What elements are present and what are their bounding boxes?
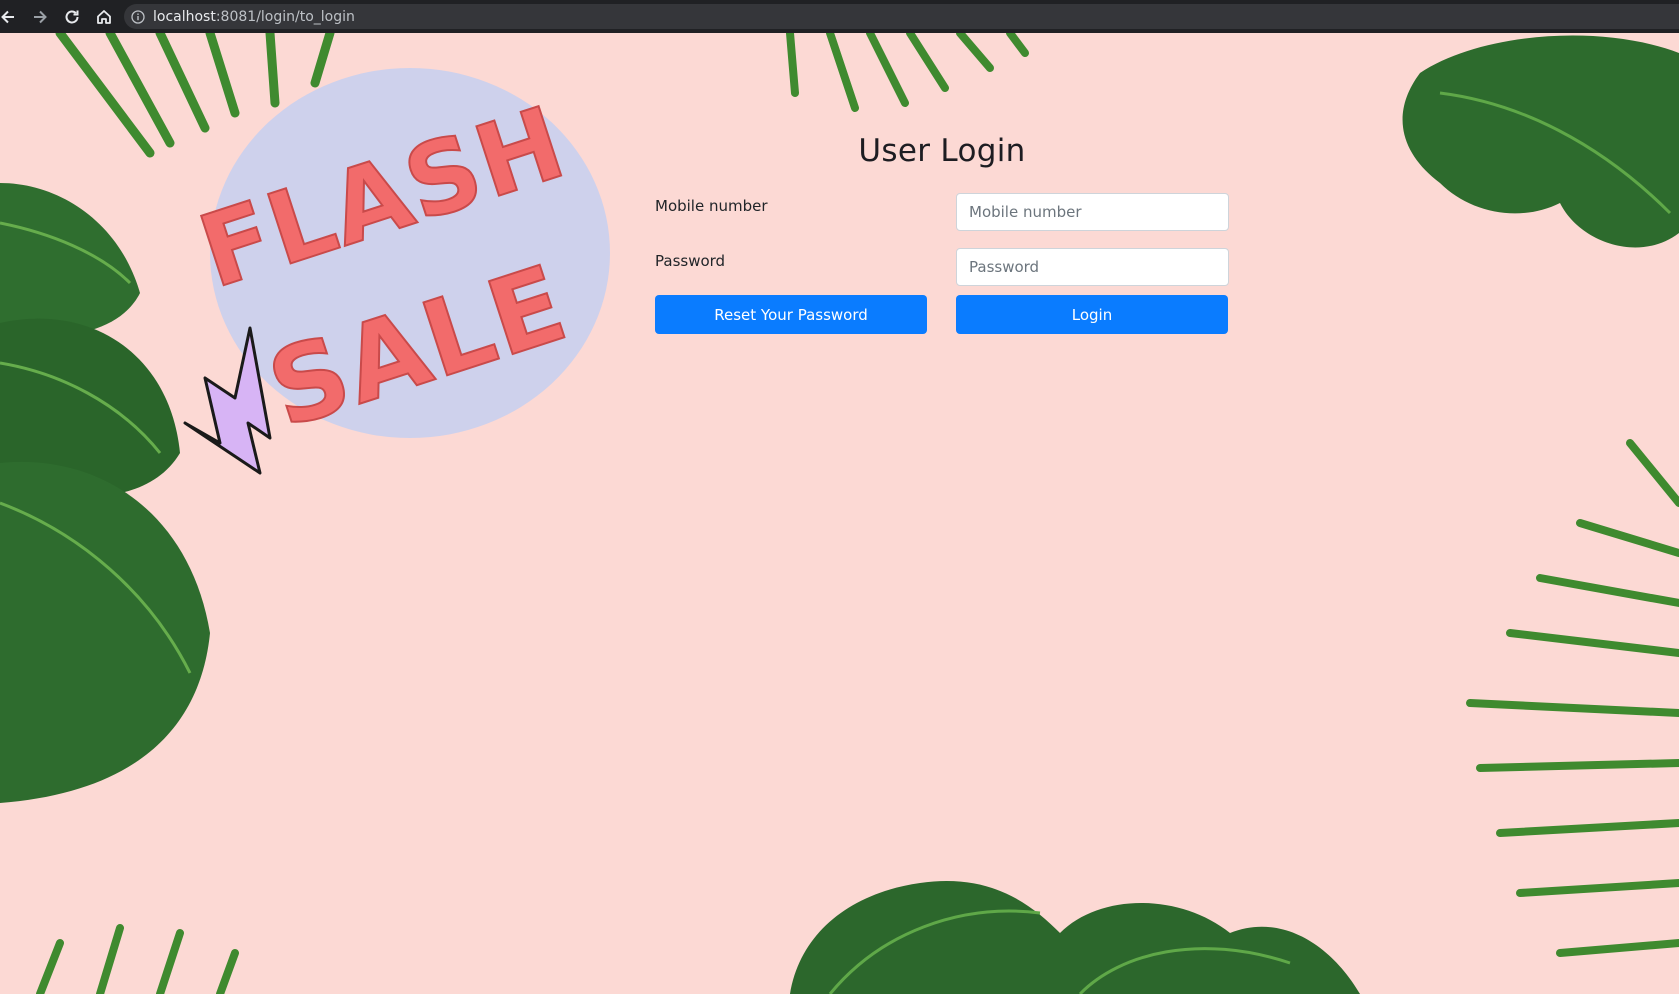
- page-title: User Login: [858, 133, 1026, 169]
- url-text: localhost:8081/login/to_login: [153, 9, 355, 25]
- browser-toolbar: localhost:8081/login/to_login: [0, 0, 1679, 33]
- home-button[interactable]: [90, 3, 118, 31]
- reload-icon: [65, 10, 79, 23]
- reload-button[interactable]: [58, 3, 86, 31]
- monstera-leaf-left-top: [0, 183, 140, 337]
- arrow-right-icon: [34, 10, 47, 23]
- url-path: :8081/login/to_login: [215, 8, 355, 25]
- login-button[interactable]: Login: [956, 295, 1228, 334]
- login-page: FLASH SALE User Login Mobile number Pass…: [0, 33, 1679, 994]
- monstera-leaf-top-right: [1402, 35, 1679, 248]
- mobile-row: Mobile number: [655, 185, 1229, 240]
- url-host: localhost: [153, 8, 216, 25]
- home-icon: [97, 9, 111, 24]
- button-row: Reset Your Password Login: [655, 295, 1229, 335]
- info-icon: [131, 9, 145, 24]
- mobile-label: Mobile number: [655, 197, 768, 215]
- forward-button[interactable]: [26, 3, 54, 31]
- login-form: User Login Mobile number Password Reset …: [655, 133, 1229, 335]
- back-button[interactable]: [0, 3, 22, 31]
- monstera-leaf-left-bottom: [0, 461, 210, 803]
- palm-frond-bottom-left: [36, 924, 239, 994]
- password-row: Password: [655, 240, 1229, 295]
- palm-frond-right: [1466, 439, 1679, 957]
- arrow-left-icon: [1, 10, 14, 23]
- palm-frond-top-center: [786, 33, 1029, 112]
- address-bar[interactable]: localhost:8081/login/to_login: [124, 4, 1679, 29]
- password-input[interactable]: [956, 248, 1229, 286]
- mobile-input[interactable]: [956, 193, 1229, 231]
- reset-password-button[interactable]: Reset Your Password: [655, 295, 927, 334]
- password-label: Password: [655, 252, 726, 270]
- monstera-leaf-bottom-center: [790, 881, 1360, 994]
